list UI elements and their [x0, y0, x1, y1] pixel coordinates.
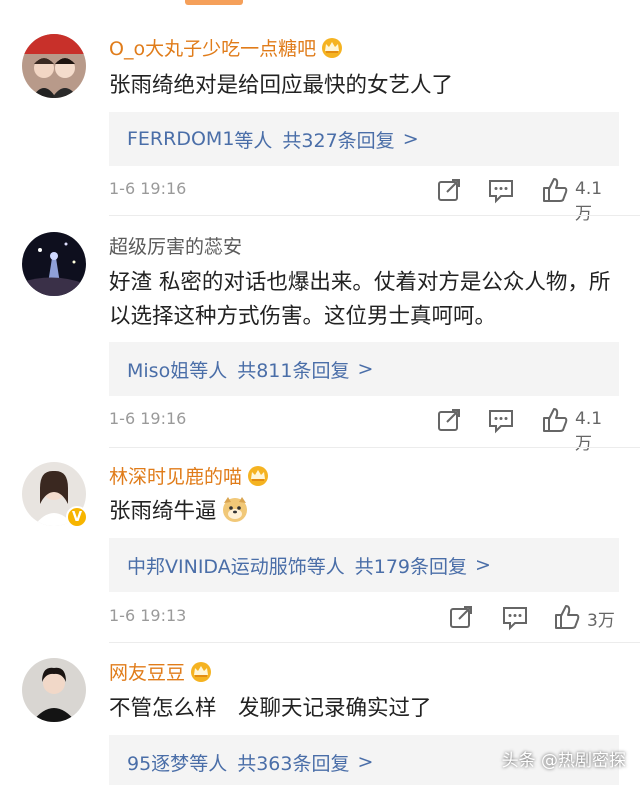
comment-text: 不管怎么样 发聊天记录确实过了: [109, 696, 432, 721]
reply-suffix: 等人: [234, 129, 273, 152]
comment-meta: 1-6 19:13 3万: [109, 603, 619, 633]
reply-names[interactable]: FERRDOM1: [127, 128, 234, 150]
timestamp: 1-6 19:16: [109, 409, 187, 428]
comment-text: 好渣 私密的对话也爆出来。仗着对方是公众人物，所以选择这种方式伤害。这位男士真呵…: [109, 270, 611, 329]
comment-text: 张雨绮牛逼: [109, 495, 614, 529]
reply-suffix: 等人: [306, 555, 345, 578]
reply-count[interactable]: 共179条回复: [355, 552, 467, 579]
doge-emoji-icon: [221, 495, 249, 523]
reply-names[interactable]: 中邦VINIDA运动服饰: [127, 552, 307, 579]
tab-indicator: [185, 0, 243, 5]
timestamp: 1-6 19:13: [109, 606, 187, 625]
comment-meta: 1-6 19:16 4.1万: [109, 176, 619, 224]
chevron-right-icon: >: [357, 358, 374, 380]
like-count: 3万: [587, 611, 615, 631]
watermark: 头条 @热剧密探: [501, 751, 626, 771]
username[interactable]: 网友豆豆: [109, 660, 213, 685]
chevron-right-icon: >: [402, 128, 419, 150]
crown-badge-icon: [320, 36, 344, 58]
divider: [109, 447, 640, 448]
reply-count[interactable]: 共363条回复: [237, 749, 349, 776]
like-icon[interactable]: [541, 406, 569, 434]
avatar[interactable]: [22, 232, 86, 296]
username[interactable]: O_o大丸子少吃一点糖吧: [109, 36, 344, 61]
share-icon[interactable]: [435, 176, 463, 204]
reply-names[interactable]: 95逐梦: [127, 749, 189, 776]
timestamp: 1-6 19:16: [109, 179, 187, 198]
reply-count[interactable]: 共327条回复: [282, 126, 394, 153]
avatar[interactable]: [22, 658, 86, 722]
reply-suffix: 等人: [189, 359, 228, 382]
reply-count[interactable]: 共811条回复: [237, 356, 349, 383]
verified-badge: V: [66, 506, 88, 528]
reply-summary[interactable]: FERRDOM1 等人 共327条回复 >: [109, 112, 619, 166]
comment-icon[interactable]: [487, 176, 515, 204]
chevron-right-icon: >: [357, 751, 374, 773]
username[interactable]: 超级厉害的蕊安: [109, 235, 242, 259]
reply-names[interactable]: Miso姐: [127, 356, 189, 383]
like-icon[interactable]: [553, 603, 581, 631]
avatar[interactable]: [22, 34, 86, 98]
username[interactable]: 林深时见鹿的喵: [109, 464, 270, 489]
chevron-right-icon: >: [475, 554, 491, 576]
reply-suffix: 等人: [189, 752, 228, 775]
reply-summary[interactable]: Miso姐 等人 共811条回复 >: [109, 342, 619, 396]
comment-text: 张雨绮绝对是给回应最快的女艺人了: [109, 73, 454, 98]
comment-icon[interactable]: [487, 406, 515, 434]
reply-summary[interactable]: 中邦VINIDA运动服饰 等人 共179条回复 >: [109, 538, 619, 592]
divider: [109, 215, 640, 216]
crown-badge-icon: [189, 660, 213, 682]
comment-icon[interactable]: [501, 603, 529, 631]
like-icon[interactable]: [541, 176, 569, 204]
like-count: 4.1万: [575, 179, 603, 224]
divider: [109, 642, 640, 643]
comment-meta: 1-6 19:16 4.1万: [109, 406, 619, 454]
crown-badge-icon: [246, 464, 270, 486]
share-icon[interactable]: [447, 603, 475, 631]
share-icon[interactable]: [435, 406, 463, 434]
